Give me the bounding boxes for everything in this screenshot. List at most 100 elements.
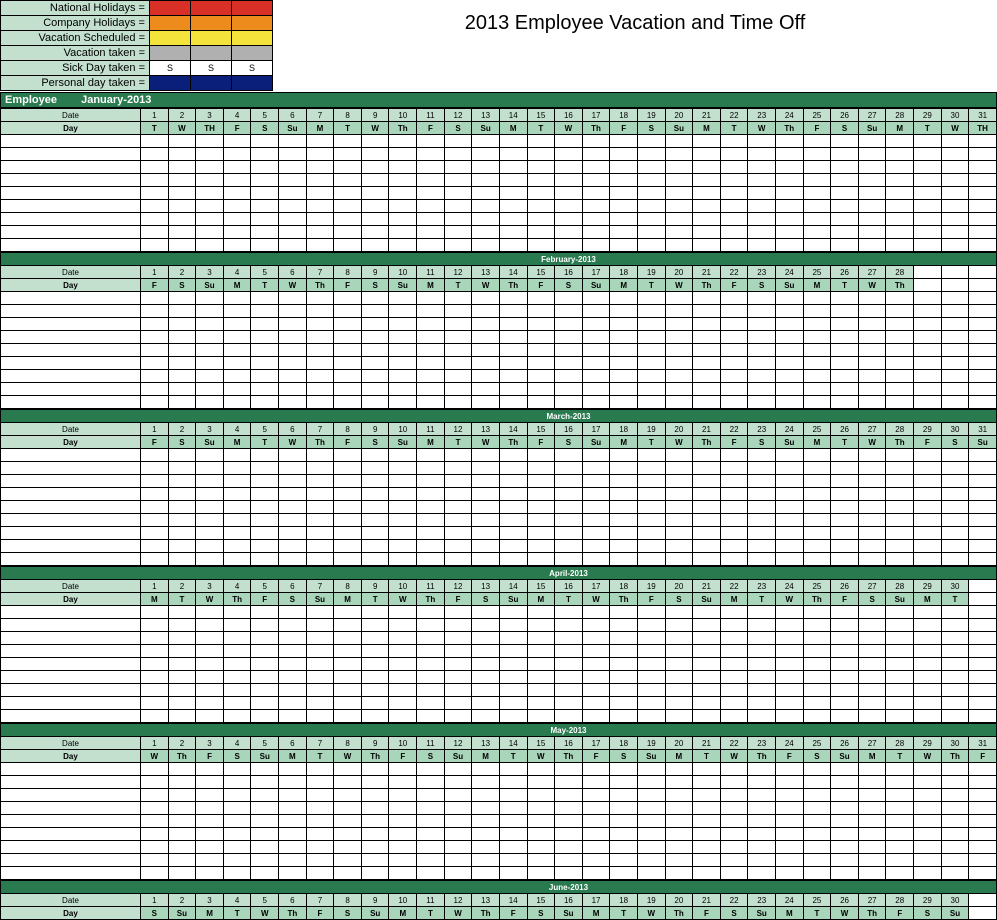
vacation-cell[interactable] [886, 658, 914, 671]
vacation-cell[interactable] [334, 645, 362, 658]
vacation-cell[interactable] [582, 488, 610, 501]
vacation-cell[interactable] [914, 462, 942, 475]
vacation-cell[interactable] [748, 226, 776, 239]
vacation-cell[interactable] [334, 344, 362, 357]
vacation-cell[interactable] [251, 357, 279, 370]
vacation-cell[interactable] [582, 305, 610, 318]
vacation-cell[interactable] [748, 318, 776, 331]
vacation-cell[interactable] [748, 331, 776, 344]
vacation-cell[interactable] [334, 776, 362, 789]
vacation-cell[interactable] [720, 462, 748, 475]
vacation-cell[interactable] [803, 475, 831, 488]
vacation-cell[interactable] [858, 606, 886, 619]
vacation-cell[interactable] [831, 606, 859, 619]
vacation-cell[interactable] [582, 449, 610, 462]
vacation-cell[interactable] [831, 135, 859, 148]
vacation-cell[interactable] [776, 697, 804, 710]
vacation-cell[interactable] [582, 841, 610, 854]
vacation-cell[interactable] [969, 763, 997, 776]
vacation-cell[interactable] [499, 370, 527, 383]
vacation-cell[interactable] [776, 239, 804, 252]
vacation-cell[interactable] [499, 213, 527, 226]
vacation-cell[interactable] [361, 501, 389, 514]
vacation-cell[interactable] [527, 344, 555, 357]
vacation-cell[interactable] [582, 763, 610, 776]
vacation-cell[interactable] [941, 449, 969, 462]
vacation-cell[interactable] [941, 514, 969, 527]
vacation-cell[interactable] [610, 619, 638, 632]
vacation-cell[interactable] [748, 841, 776, 854]
vacation-cell[interactable] [141, 449, 169, 462]
vacation-cell[interactable] [499, 645, 527, 658]
vacation-cell[interactable] [196, 475, 224, 488]
vacation-cell[interactable] [941, 658, 969, 671]
vacation-cell[interactable] [858, 462, 886, 475]
vacation-cell[interactable] [693, 501, 721, 514]
vacation-cell[interactable] [279, 200, 307, 213]
vacation-cell[interactable] [196, 553, 224, 566]
vacation-cell[interactable] [858, 370, 886, 383]
vacation-cell[interactable] [527, 527, 555, 540]
vacation-cell[interactable] [803, 148, 831, 161]
vacation-cell[interactable] [389, 357, 417, 370]
vacation-cell[interactable] [831, 776, 859, 789]
vacation-cell[interactable] [555, 488, 583, 501]
vacation-cell[interactable] [831, 226, 859, 239]
vacation-cell[interactable] [472, 645, 500, 658]
vacation-cell[interactable] [637, 383, 665, 396]
vacation-cell[interactable] [223, 318, 251, 331]
vacation-cell[interactable] [472, 553, 500, 566]
vacation-cell[interactable] [582, 475, 610, 488]
vacation-cell[interactable] [555, 710, 583, 723]
vacation-cell[interactable] [472, 161, 500, 174]
vacation-cell[interactable] [803, 776, 831, 789]
employee-name-cell[interactable] [1, 226, 141, 239]
vacation-cell[interactable] [141, 514, 169, 527]
vacation-cell[interactable] [223, 135, 251, 148]
employee-name-cell[interactable] [1, 632, 141, 645]
vacation-cell[interactable] [168, 383, 196, 396]
vacation-cell[interactable] [610, 135, 638, 148]
vacation-cell[interactable] [499, 553, 527, 566]
vacation-cell[interactable] [776, 540, 804, 553]
vacation-cell[interactable] [279, 449, 307, 462]
vacation-cell[interactable] [555, 357, 583, 370]
vacation-cell[interactable] [858, 331, 886, 344]
vacation-cell[interactable] [914, 514, 942, 527]
vacation-cell[interactable] [251, 540, 279, 553]
vacation-cell[interactable] [858, 776, 886, 789]
vacation-cell[interactable] [444, 501, 472, 514]
vacation-cell[interactable] [941, 802, 969, 815]
vacation-cell[interactable] [361, 671, 389, 684]
vacation-cell[interactable] [831, 697, 859, 710]
vacation-cell[interactable] [831, 553, 859, 566]
vacation-cell[interactable] [279, 318, 307, 331]
vacation-cell[interactable] [858, 318, 886, 331]
vacation-cell[interactable] [389, 135, 417, 148]
vacation-cell[interactable] [637, 161, 665, 174]
vacation-cell[interactable] [637, 815, 665, 828]
vacation-cell[interactable] [499, 841, 527, 854]
vacation-cell[interactable] [776, 318, 804, 331]
vacation-cell[interactable] [831, 645, 859, 658]
vacation-cell[interactable] [141, 501, 169, 514]
vacation-cell[interactable] [306, 318, 334, 331]
vacation-cell[interactable] [527, 370, 555, 383]
vacation-cell[interactable] [693, 527, 721, 540]
vacation-cell[interactable] [444, 318, 472, 331]
vacation-cell[interactable] [858, 383, 886, 396]
vacation-cell[interactable] [665, 501, 693, 514]
vacation-cell[interactable] [858, 828, 886, 841]
vacation-cell[interactable] [168, 318, 196, 331]
vacation-cell[interactable] [334, 802, 362, 815]
vacation-cell[interactable] [969, 867, 997, 880]
vacation-cell[interactable] [141, 135, 169, 148]
vacation-cell[interactable] [858, 763, 886, 776]
vacation-cell[interactable] [941, 619, 969, 632]
vacation-cell[interactable] [417, 867, 445, 880]
vacation-cell[interactable] [610, 658, 638, 671]
vacation-cell[interactable] [776, 684, 804, 697]
vacation-cell[interactable] [444, 462, 472, 475]
vacation-cell[interactable] [555, 475, 583, 488]
vacation-cell[interactable] [582, 697, 610, 710]
